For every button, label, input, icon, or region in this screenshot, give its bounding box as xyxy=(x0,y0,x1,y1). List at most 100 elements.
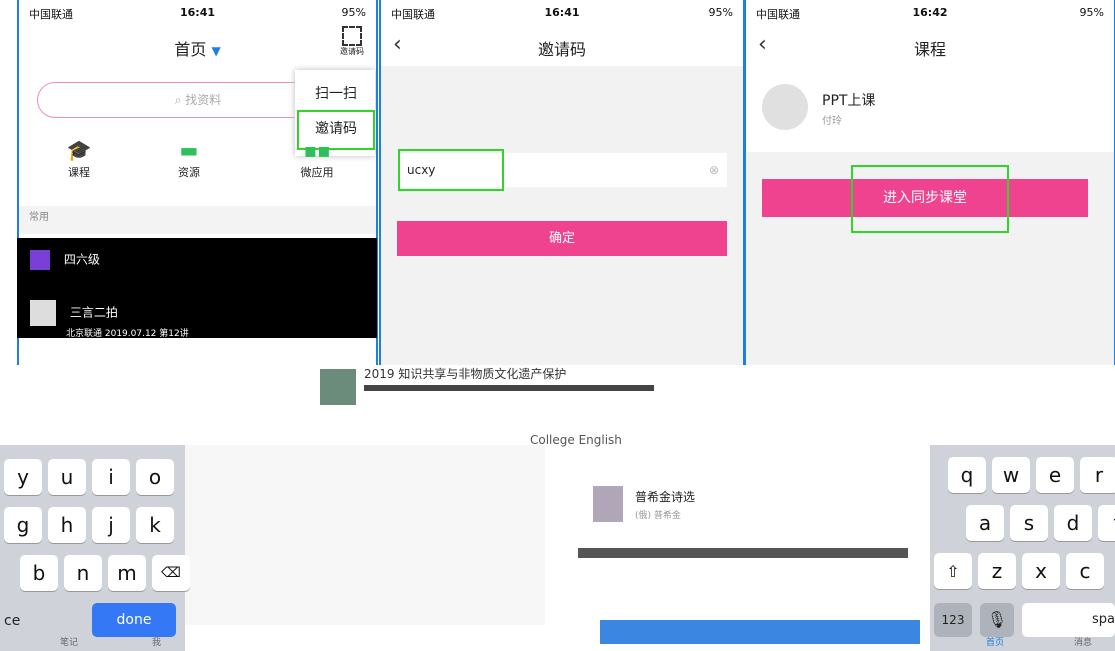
course-thumbnail xyxy=(762,84,808,130)
book-icon xyxy=(30,250,50,270)
key[interactable]: s xyxy=(1010,505,1048,541)
page-title: 邀请码 xyxy=(537,40,586,59)
key[interactable]: x xyxy=(1022,553,1060,589)
status-bar: 中国联通 16:41 95% xyxy=(381,0,743,22)
folder-icon: ▬ xyxy=(179,138,199,162)
book-thumbnail xyxy=(593,486,623,522)
key[interactable]: r xyxy=(1080,457,1115,493)
course-shortcut[interactable]: 🎓 课程 xyxy=(59,138,99,180)
backspace-icon[interactable]: ⌫ xyxy=(152,555,190,591)
key[interactable]: a xyxy=(966,505,1004,541)
graduation-cap-icon: 🎓 xyxy=(66,138,92,162)
confirm-label: 确定 xyxy=(548,231,575,246)
battery-label: 95% xyxy=(341,6,366,19)
list-item[interactable]: 三言二拍 北京联通 2019.07.12 第12讲 xyxy=(30,300,189,339)
app-label: 微应用 xyxy=(300,166,334,179)
tab-home[interactable]: 首页 xyxy=(986,635,1004,648)
key[interactable]: o xyxy=(136,459,174,495)
list-item-title[interactable]: 2019 知识共享与非物质文化遗产保护 xyxy=(364,365,566,382)
home-title: 首页 xyxy=(174,40,207,59)
invite-code-screen: 中国联通 16:41 95% ‹ 邀请码 ucxy ⊗ 确定 xyxy=(379,0,745,365)
done-button[interactable]: done xyxy=(92,603,176,637)
button-highlight xyxy=(851,165,1009,233)
blank-area xyxy=(185,445,545,625)
course-name: PPT上课 xyxy=(822,93,876,109)
key[interactable]: b xyxy=(20,555,58,591)
chevron-down-icon: ▼ xyxy=(211,44,221,58)
key[interactable]: q xyxy=(948,457,986,493)
space-key[interactable]: spa xyxy=(1022,603,1115,637)
menu-invite-label: 邀请码 xyxy=(315,121,357,137)
course-screen: 中国联通 16:42 95% ‹ 课程 PPT上课 付玲 进入同步课堂 xyxy=(744,0,1115,365)
book-thumbnail xyxy=(30,300,56,326)
apps-icon: ▪▪ xyxy=(303,138,331,162)
input-highlight xyxy=(398,149,504,191)
keyboard-left: y u i o g h j k b n m ⌫ done ce 笔记 我 xyxy=(0,445,190,651)
tab-messages[interactable]: 消息 xyxy=(1074,635,1092,648)
key[interactable]: y xyxy=(4,459,42,495)
list-item-title: 三言二拍 xyxy=(69,305,118,320)
key[interactable]: f xyxy=(1098,505,1115,541)
resource-shortcut[interactable]: ▬ 资源 xyxy=(169,138,209,180)
key[interactable]: d xyxy=(1054,505,1092,541)
list-item-title: 四六级 xyxy=(63,252,100,267)
status-bar: 中国联通 16:41 95% xyxy=(19,0,376,22)
list-item-title: 普希金诗选 xyxy=(635,490,696,504)
menu-scan[interactable]: 扫一扫 xyxy=(315,83,357,103)
list-item[interactable]: 普希金诗选 (俄) 普希金 xyxy=(575,480,935,530)
key[interactable]: h xyxy=(48,507,86,543)
key[interactable]: n xyxy=(64,555,102,591)
battery-label: 95% xyxy=(708,6,733,19)
space-label: spa xyxy=(1092,612,1115,627)
app-shortcut[interactable]: ▪▪ 微应用 xyxy=(297,138,337,180)
keyboard-right: q w e r a s d f ⇧ z x c 123 🎙 spa 首页 消息 xyxy=(930,445,1115,651)
confirm-button[interactable]: 确定 xyxy=(397,221,727,256)
section-header: 常用 xyxy=(19,206,376,234)
header-area xyxy=(746,0,1114,152)
scan-icon xyxy=(342,26,362,46)
list-item[interactable]: 四六级 xyxy=(30,250,100,270)
done-label: done xyxy=(116,612,152,628)
key[interactable]: i xyxy=(92,459,130,495)
partial-key-label: ce xyxy=(4,613,21,629)
shift-icon[interactable]: ⇧ xyxy=(934,553,972,589)
tab-me[interactable]: 我 xyxy=(152,635,161,648)
section-label: 常用 xyxy=(29,212,49,223)
key[interactable]: w xyxy=(992,457,1030,493)
teacher-name: 付玲 xyxy=(822,116,842,127)
list-item-subtitle: (俄) 普希金 xyxy=(635,511,681,521)
page-title[interactable]: 首页 ▼ xyxy=(19,36,376,60)
key[interactable]: j xyxy=(92,507,130,543)
key[interactable]: u xyxy=(48,459,86,495)
scan-button[interactable]: 邀请码 xyxy=(340,26,364,57)
time-label: 16:41 xyxy=(544,6,580,19)
glitch-bar xyxy=(364,385,654,391)
middle-list: 2019 知识共享与非物质文化遗产保护 College English xyxy=(320,365,690,447)
scan-caption: 邀请码 xyxy=(340,47,364,56)
book-thumbnail xyxy=(320,369,356,405)
clear-icon[interactable]: ⊗ xyxy=(709,153,719,187)
time-label: 16:42 xyxy=(912,6,948,19)
course-label: 课程 xyxy=(68,166,90,179)
list-item-subtitle: 北京联通 2019.07.12 第12讲 xyxy=(66,329,189,339)
status-bar: 中国联通 16:42 95% xyxy=(746,0,1114,22)
blue-bar xyxy=(600,620,920,644)
mic-icon[interactable]: 🎙 xyxy=(980,603,1014,637)
key[interactable]: g xyxy=(4,507,42,543)
search-icon: ⌕ xyxy=(174,93,182,107)
numbers-label: 123 xyxy=(941,613,965,627)
battery-label: 95% xyxy=(1079,6,1104,19)
key[interactable]: k xyxy=(136,507,174,543)
key[interactable]: c xyxy=(1066,553,1104,589)
glitch-bar xyxy=(578,548,908,558)
numbers-key[interactable]: 123 xyxy=(934,603,972,637)
page-title: 课程 xyxy=(913,40,946,59)
tab-notes[interactable]: 笔记 xyxy=(60,635,78,648)
key[interactable]: e xyxy=(1036,457,1074,493)
key[interactable]: z xyxy=(978,553,1016,589)
resource-label: 资源 xyxy=(178,166,200,179)
time-label: 16:41 xyxy=(179,6,215,19)
key[interactable]: m xyxy=(108,555,146,591)
search-placeholder: 找资料 xyxy=(185,93,222,107)
quick-icons: 🎓 课程 ▬ 资源 ▪▪ 微应用 xyxy=(19,138,376,188)
